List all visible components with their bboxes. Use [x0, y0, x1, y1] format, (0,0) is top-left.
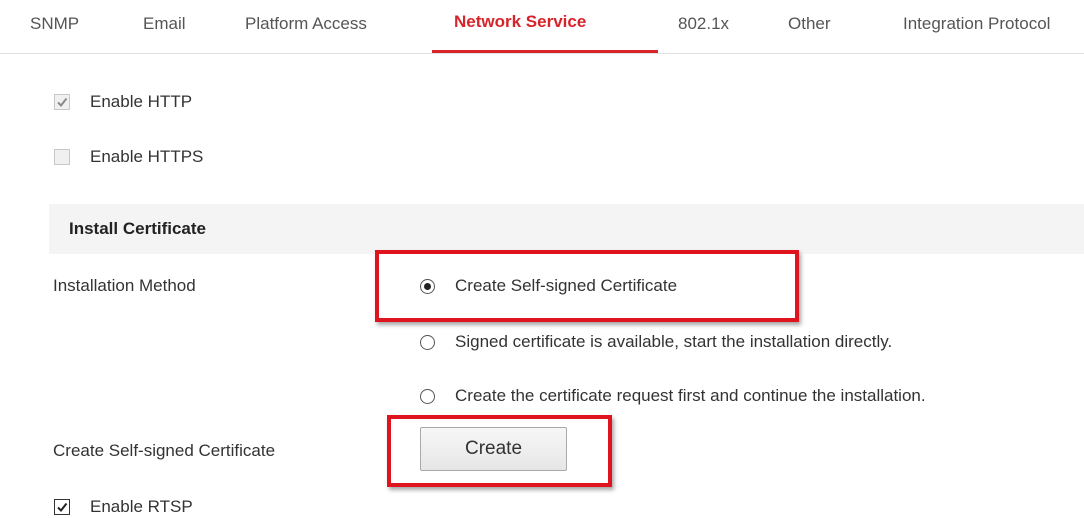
create-self-signed-label: Create Self-signed Certificate [53, 441, 276, 460]
tab-email[interactable]: Email [143, 14, 186, 34]
enable-http-label: Enable HTTP [90, 92, 193, 111]
enable-https-row: Enable HTTPS [54, 147, 203, 167]
radio-signed-available[interactable]: Signed certificate is available, start t… [420, 332, 892, 352]
tab-network-service[interactable]: Network Service [454, 12, 586, 32]
tab-integration-protocol[interactable]: Integration Protocol [903, 14, 1050, 34]
tab-snmp[interactable]: SNMP [30, 14, 79, 34]
tab-bar: SNMP Email Platform Access Network Servi… [0, 0, 1084, 54]
section-title: Install Certificate [69, 219, 206, 238]
enable-https-checkbox[interactable] [54, 149, 70, 165]
checkmark-icon [57, 97, 68, 108]
install-certificate-header: Install Certificate [49, 204, 1084, 254]
highlight-box-self-signed [375, 250, 799, 322]
enable-rtsp-label: Enable RTSP [90, 497, 193, 516]
enable-http-checkbox[interactable] [54, 94, 70, 110]
radio-label: Signed certificate is available, start t… [455, 332, 893, 351]
highlight-box-create [387, 415, 612, 487]
tab-platform-access[interactable]: Platform Access [245, 14, 367, 34]
installation-method-label: Installation Method [53, 276, 196, 295]
tab-other[interactable]: Other [788, 14, 831, 34]
radio-button[interactable] [420, 334, 435, 350]
enable-rtsp-row: Enable RTSP [54, 497, 193, 517]
enable-https-label: Enable HTTPS [90, 147, 204, 166]
tab-divider [0, 53, 1084, 54]
checkmark-icon [57, 502, 68, 513]
enable-rtsp-checkbox[interactable] [54, 499, 70, 515]
radio-request-first[interactable]: Create the certificate request first and… [420, 386, 926, 406]
enable-http-row: Enable HTTP [54, 92, 192, 112]
radio-button[interactable] [420, 388, 435, 404]
radio-label: Create the certificate request first and… [455, 386, 926, 405]
tab-8021x[interactable]: 802.1x [678, 14, 729, 34]
